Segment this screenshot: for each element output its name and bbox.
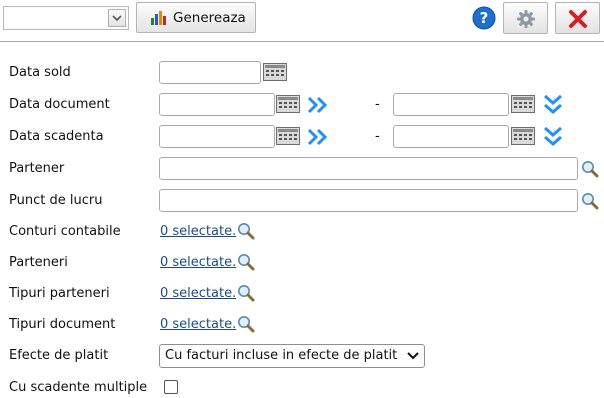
conturi-contabile-selected-link[interactable]: 0 selectate. (160, 224, 236, 239)
calendar-icon[interactable] (511, 95, 535, 113)
data-sold-label: Data sold (9, 65, 71, 80)
tipuri-parteneri-label: Tipuri parteneri (9, 286, 110, 301)
data-document-from-input[interactable] (159, 93, 275, 116)
generate-button[interactable]: Genereaza (136, 2, 256, 33)
calendar-icon[interactable] (263, 63, 287, 81)
svg-text:?: ? (480, 9, 489, 27)
range-separator: - (375, 97, 380, 112)
double-chevron-down-icon[interactable] (543, 94, 563, 116)
close-icon (569, 10, 587, 28)
double-chevron-down-icon[interactable] (543, 126, 563, 148)
bar-chart-icon (151, 11, 166, 25)
double-chevron-right-icon[interactable] (307, 96, 329, 114)
search-icon[interactable] (237, 253, 255, 271)
scadente-multiple-checkbox[interactable] (164, 380, 178, 394)
data-scadenta-to-input[interactable] (393, 125, 509, 148)
search-icon[interactable] (237, 284, 255, 302)
calendar-icon[interactable] (276, 127, 300, 145)
search-icon[interactable] (237, 315, 255, 333)
efecte-platit-select[interactable]: Cu facturi incluse in efecte de platit (159, 344, 425, 368)
chevron-down-icon (407, 352, 419, 360)
toolbar: Genereaza ? (0, 0, 604, 42)
search-icon[interactable] (581, 192, 599, 210)
data-scadenta-label: Data scadenta (9, 129, 104, 144)
tipuri-document-selected-link[interactable]: 0 selectate. (160, 317, 236, 332)
data-scadenta-from-input[interactable] (159, 125, 275, 148)
efecte-platit-label: Efecte de platit (9, 348, 109, 363)
search-icon[interactable] (237, 222, 255, 240)
calendar-icon[interactable] (276, 95, 300, 113)
punct-lucru-label: Punct de lucru (9, 193, 103, 208)
parteneri-selected-link[interactable]: 0 selectate. (160, 255, 236, 270)
partener-input[interactable] (159, 157, 578, 180)
partener-label: Partener (9, 161, 65, 176)
data-document-to-input[interactable] (393, 93, 509, 116)
parteneri-label: Parteneri (9, 255, 68, 270)
search-icon[interactable] (581, 160, 599, 178)
efecte-platit-value: Cu facturi incluse in efecte de platit (165, 348, 398, 363)
report-type-select[interactable] (3, 6, 129, 30)
data-sold-input[interactable] (159, 61, 261, 84)
help-icon[interactable]: ? (472, 6, 496, 30)
double-chevron-right-icon[interactable] (307, 128, 329, 146)
range-separator: - (375, 129, 380, 144)
calendar-icon[interactable] (511, 127, 535, 145)
settings-button[interactable] (503, 2, 548, 34)
punct-lucru-input[interactable] (159, 189, 578, 212)
data-document-label: Data document (9, 97, 110, 112)
generate-label: Genereaza (173, 10, 246, 26)
chevron-down-icon[interactable] (108, 9, 126, 27)
tipuri-document-label: Tipuri document (9, 317, 116, 332)
gear-icon (517, 10, 535, 28)
scadente-multiple-label: Cu scadente multiple (9, 380, 148, 395)
close-button[interactable] (555, 2, 600, 34)
tipuri-parteneri-selected-link[interactable]: 0 selectate. (160, 286, 236, 301)
conturi-contabile-label: Conturi contabile (9, 224, 121, 239)
